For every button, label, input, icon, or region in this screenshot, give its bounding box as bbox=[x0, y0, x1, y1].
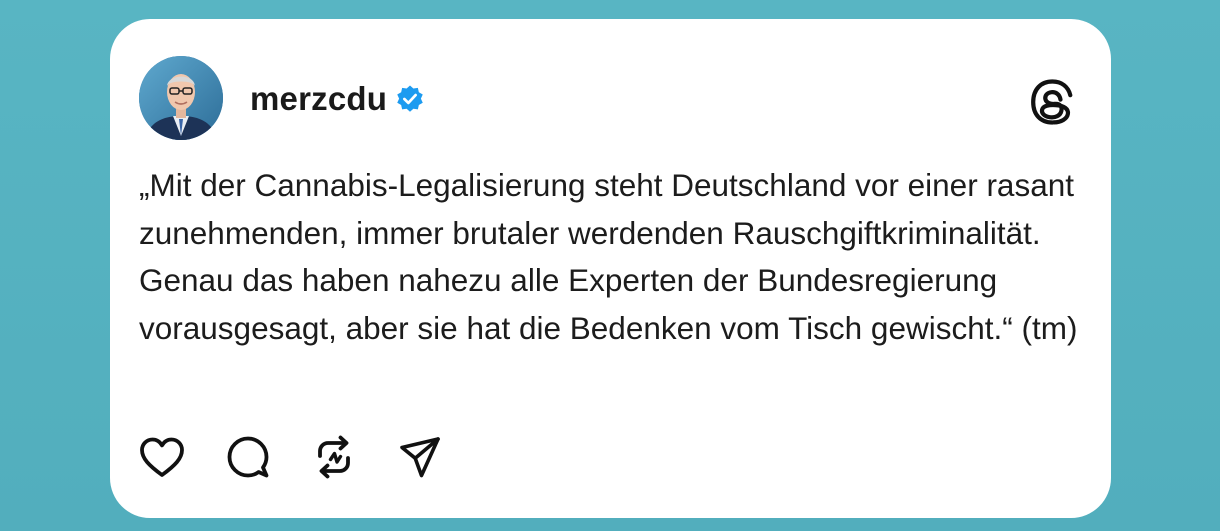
share-button[interactable] bbox=[394, 431, 446, 483]
like-button[interactable] bbox=[136, 431, 188, 483]
comment-button[interactable] bbox=[222, 431, 274, 483]
heart-icon bbox=[140, 437, 184, 477]
avatar[interactable] bbox=[139, 56, 223, 140]
repost-icon bbox=[318, 435, 350, 479]
username-row: merzcdu bbox=[250, 79, 425, 119]
repost-button[interactable] bbox=[308, 431, 360, 483]
page-background: merzcdu „Mit der Cannabis-Legalisierung … bbox=[0, 0, 1220, 531]
threads-logo-icon[interactable] bbox=[1028, 78, 1076, 126]
post-card: merzcdu „Mit der Cannabis-Legalisierung … bbox=[110, 19, 1111, 518]
post-text: „Mit der Cannabis-Legalisierung steht De… bbox=[139, 167, 1078, 346]
comment-icon bbox=[227, 436, 269, 478]
verified-badge-icon bbox=[397, 85, 423, 112]
share-icon bbox=[400, 437, 440, 478]
post-actions bbox=[136, 432, 480, 482]
username[interactable]: merzcdu bbox=[250, 80, 387, 118]
